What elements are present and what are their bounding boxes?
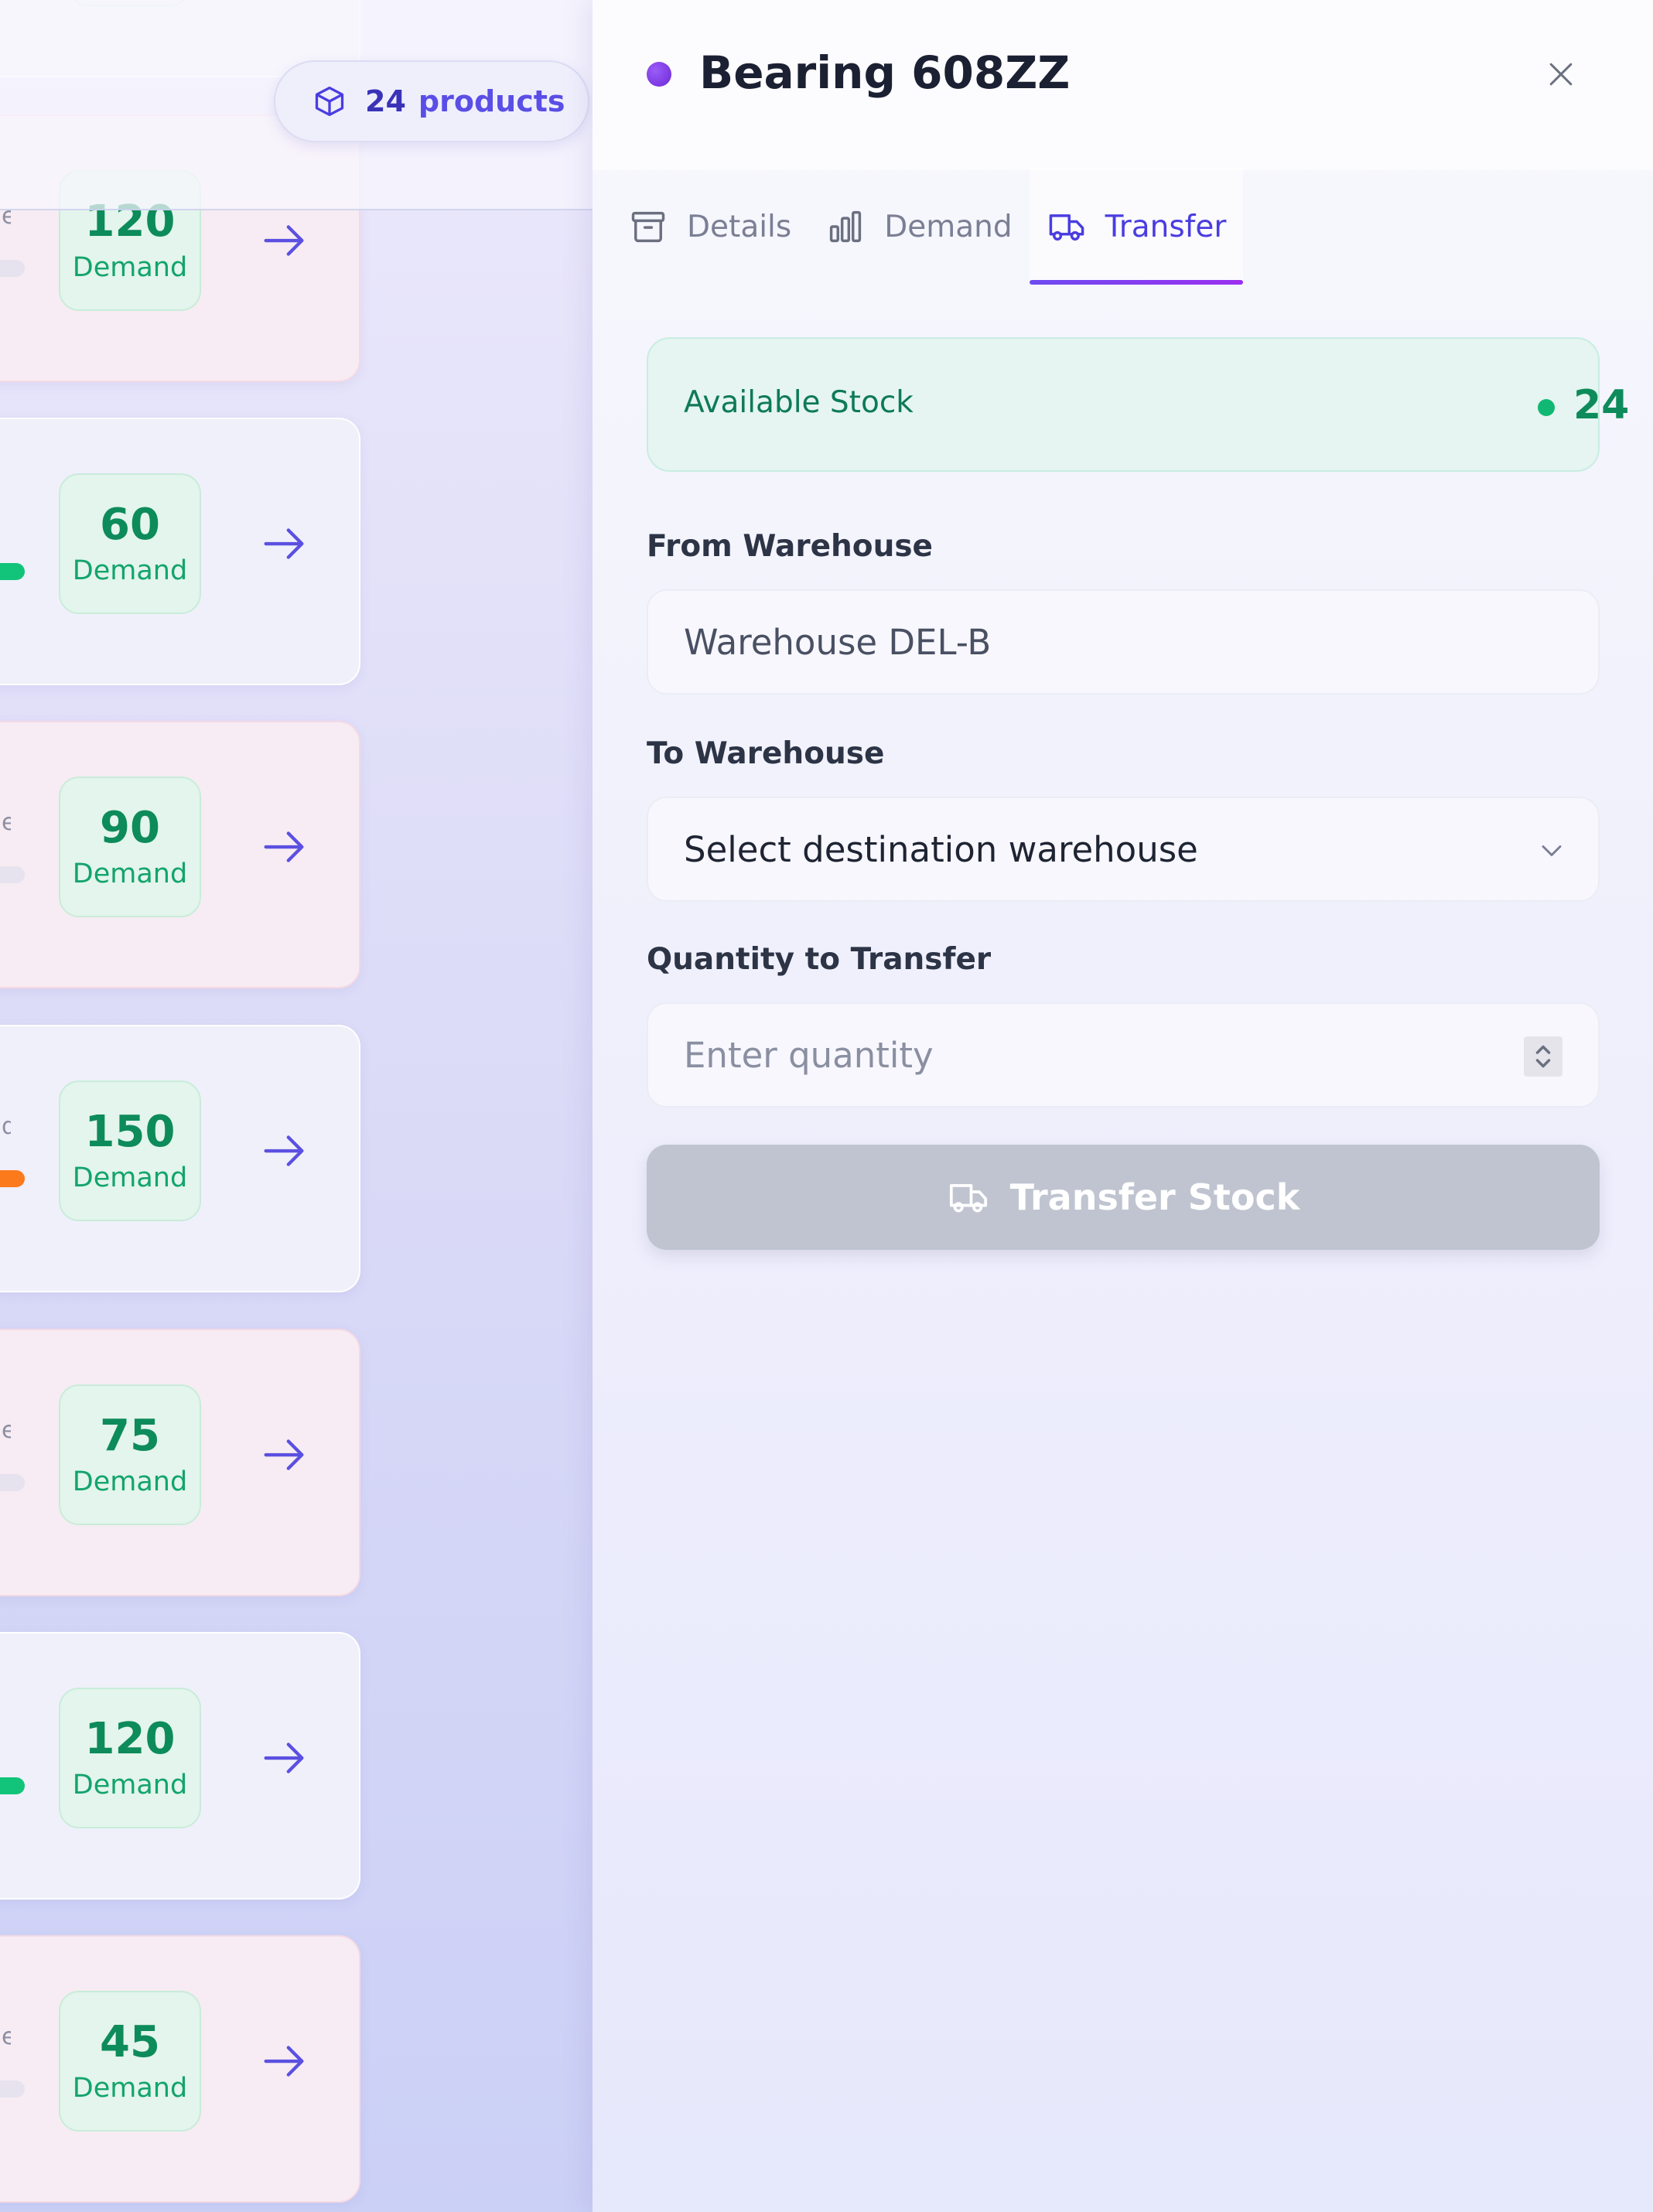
card-status-text: e <box>2 809 11 836</box>
stepper-arrows-icon <box>1535 1045 1551 1068</box>
product-list-pane: e 120 Demand 60 Demand e 90 Demand d 150 Demand e 75… <box>0 0 593 2212</box>
demand-badge: 60 Demand <box>59 473 201 614</box>
truck-icon <box>1049 214 1084 241</box>
demand-badge: 75 Demand <box>59 1384 201 1525</box>
demand-label: Demand <box>72 1162 188 1193</box>
product-card[interactable]: 120 Demand <box>0 1632 360 1900</box>
to-warehouse-selected: Select destination warehouse <box>684 828 1198 870</box>
tab-transfer-label: Transfer <box>1105 209 1227 244</box>
available-stock-label: Available Stock <box>684 385 914 420</box>
products-count: 24 <box>365 84 406 118</box>
bar-chart-icon <box>830 210 862 243</box>
stock-status-dot <box>1538 399 1555 416</box>
arrow-right-icon <box>264 1135 304 1166</box>
demand-value: 90 <box>100 803 160 854</box>
stock-level-bar <box>0 1777 25 1794</box>
from-warehouse-label: From Warehouse <box>647 529 934 564</box>
to-warehouse-select[interactable]: Select destination warehouse <box>647 797 1600 902</box>
truck-icon <box>949 1183 987 1213</box>
stock-level-bar <box>0 2081 25 2098</box>
drawer-title: Bearing 608ZZ <box>699 46 1071 99</box>
demand-badge: 150 Demand <box>59 1080 201 1221</box>
arrow-right-icon <box>264 225 304 256</box>
product-card[interactable]: d 150 Demand <box>0 1025 360 1292</box>
open-product-button[interactable] <box>257 517 311 571</box>
demand-value: 150 <box>84 1107 176 1158</box>
tab-details-label: Details <box>687 209 792 244</box>
demand-value: 60 <box>100 500 160 551</box>
quantity-stepper[interactable] <box>1524 1036 1562 1077</box>
quantity-field <box>647 1002 1600 1108</box>
archive-icon <box>631 211 665 243</box>
chevron-down-icon <box>1542 845 1562 856</box>
close-icon <box>1549 63 1573 86</box>
demand-badge: 90 Demand <box>59 777 201 917</box>
product-card[interactable]: 60 Demand <box>0 418 360 685</box>
stock-level-bar <box>0 1474 25 1491</box>
demand-value: 45 <box>100 2017 160 2068</box>
quantity-label: Quantity to Transfer <box>647 942 992 977</box>
tab-demand[interactable]: Demand <box>808 169 1029 285</box>
card-status-text: e <box>2 1417 11 1444</box>
transfer-stock-label: Transfer Stock <box>1009 1176 1300 1218</box>
arrow-right-icon <box>264 2046 304 2077</box>
demand-value: 120 <box>84 1714 176 1765</box>
product-card[interactable]: e 75 Demand <box>0 1329 360 1596</box>
card-status-text: e <box>2 2023 11 2050</box>
available-stock-value: 24 <box>1573 382 1630 428</box>
demand-badge: 120 Demand <box>59 1688 201 1828</box>
available-stock-card: Available Stock 24 <box>647 337 1629 472</box>
demand-label: Demand <box>72 2072 188 2104</box>
from-warehouse-field: Warehouse DEL-B <box>647 589 1600 695</box>
open-product-button[interactable] <box>257 1428 311 1482</box>
product-card[interactable]: e 45 Demand <box>0 1935 360 2203</box>
stock-level-bar <box>0 866 25 883</box>
stock-level-bar <box>0 563 25 580</box>
arrow-right-icon <box>264 1439 304 1470</box>
demand-label: Demand <box>72 1466 188 1497</box>
open-product-button[interactable] <box>257 1731 311 1785</box>
from-warehouse-value: Warehouse DEL-B <box>684 621 992 663</box>
tab-transfer[interactable]: Transfer <box>1029 169 1244 285</box>
arrow-right-icon <box>264 831 304 862</box>
demand-badge: 45 Demand <box>59 1991 201 2132</box>
demand-label: Demand <box>72 251 188 283</box>
open-product-button[interactable] <box>257 820 311 874</box>
products-count-label: products <box>418 84 565 118</box>
products-count-badge: 24 products <box>274 60 589 142</box>
stock-level-bar <box>0 1170 25 1187</box>
card-status-text: d <box>2 1113 11 1140</box>
arrow-right-icon <box>264 1743 304 1773</box>
product-drawer: Bearing 608ZZ Details Demand Transfer Av… <box>593 0 1653 2212</box>
quantity-input[interactable] <box>684 1034 1457 1076</box>
transfer-stock-button[interactable]: Transfer Stock <box>647 1145 1600 1250</box>
demand-value: 75 <box>100 1411 160 1462</box>
stock-level-bar <box>0 260 25 277</box>
status-dot <box>647 62 671 87</box>
demand-label: Demand <box>72 858 188 889</box>
open-product-button[interactable] <box>257 1124 311 1178</box>
demand-label: Demand <box>72 1769 188 1801</box>
open-product-button[interactable] <box>257 2034 311 2088</box>
drawer-tabs: Details Demand Transfer <box>611 169 1244 285</box>
close-button[interactable] <box>1538 51 1584 97</box>
tab-demand-label: Demand <box>884 209 1013 244</box>
open-product-button[interactable] <box>257 213 311 268</box>
arrow-right-icon <box>264 528 304 559</box>
box-icon <box>315 86 344 117</box>
product-card[interactable]: e 90 Demand <box>0 721 360 988</box>
to-warehouse-label: To Warehouse <box>647 736 885 771</box>
demand-label: Demand <box>72 555 188 586</box>
tab-details[interactable]: Details <box>611 169 808 285</box>
